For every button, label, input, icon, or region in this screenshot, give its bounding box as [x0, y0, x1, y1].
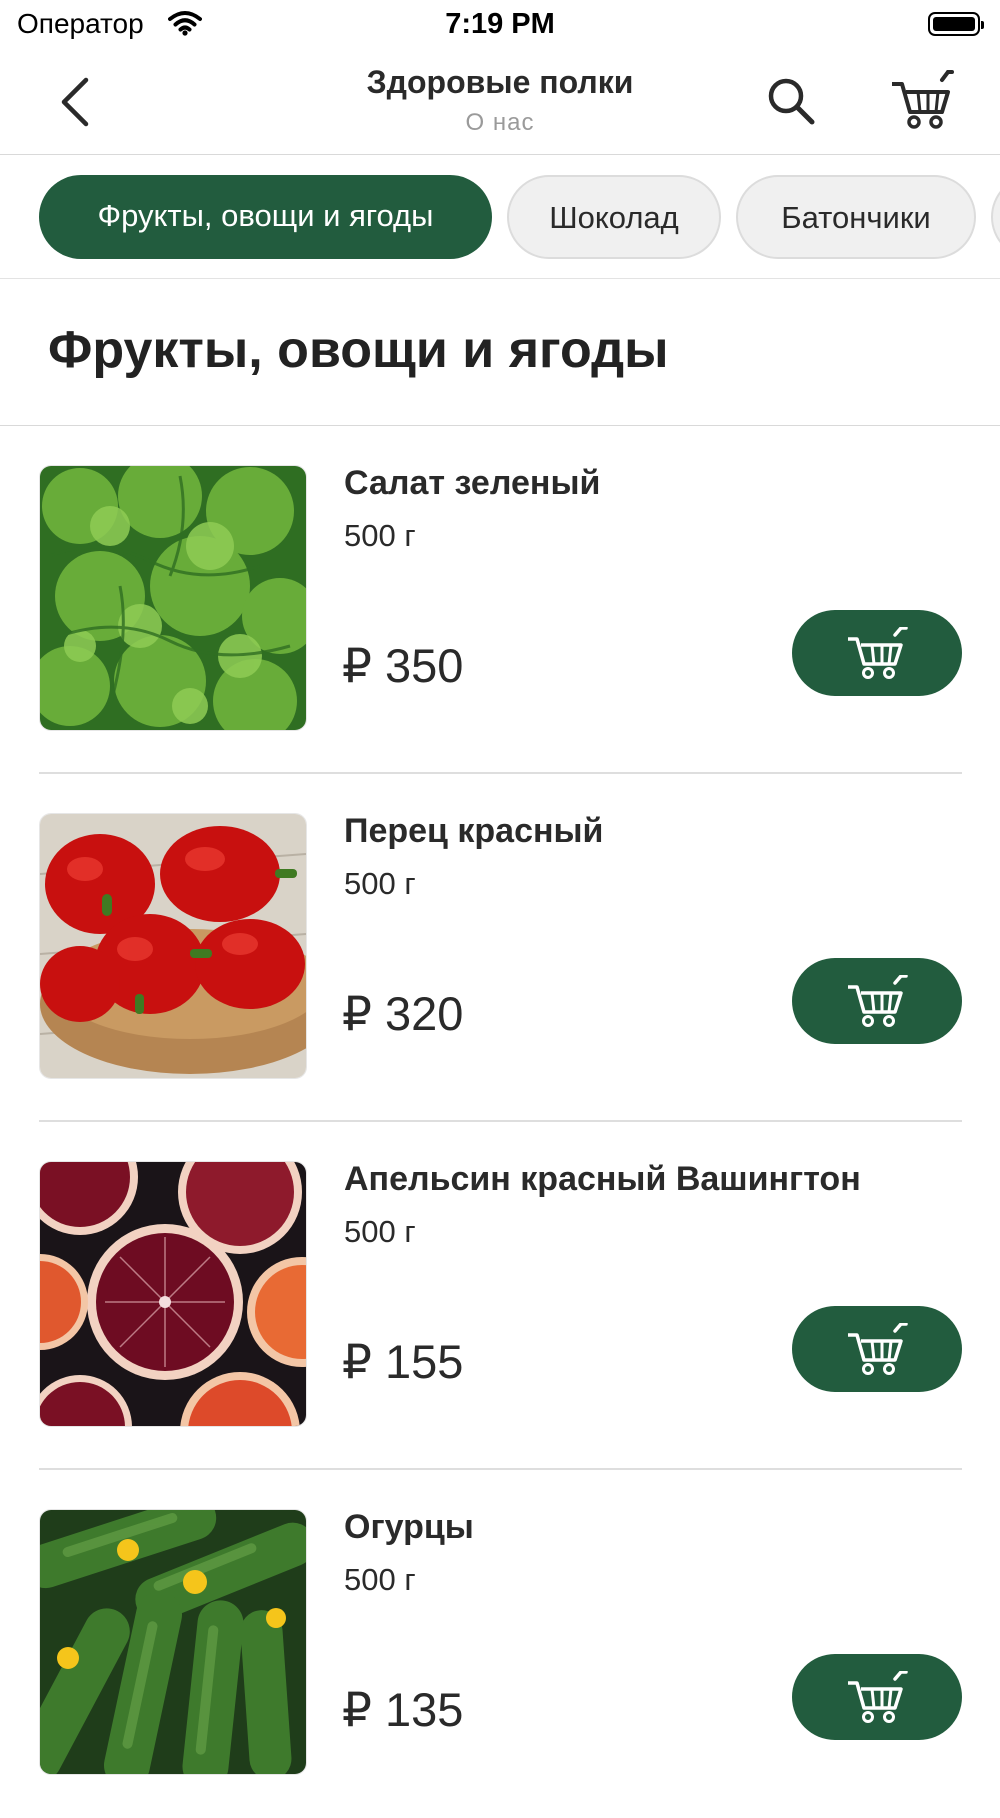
product-image-cucumbers[interactable]	[39, 1509, 307, 1775]
product-weight: 500 г	[344, 1214, 416, 1249]
product-price: ₽ 350	[342, 639, 464, 692]
cart-icon	[848, 975, 908, 1027]
page-title: Здоровые полки	[366, 64, 634, 100]
product-name: Апельсин красный Вашингтон	[344, 1160, 861, 1198]
category-chip-fruits-vegetables[interactable]: Фрукты, овощи и ягоды	[39, 175, 492, 259]
status-bar: Оператор 7:19 PM	[0, 0, 1000, 52]
cart-icon	[848, 1323, 908, 1375]
product-weight: 500 г	[344, 518, 416, 553]
section-title: Фрукты, овощи и ягоды	[48, 321, 669, 379]
product-image-red-peppers[interactable]	[39, 813, 307, 1079]
product-name: Перец красный	[344, 812, 604, 850]
navigation-bar: Здоровые полки О нас	[0, 52, 1000, 155]
category-chip-more[interactable]	[991, 175, 1000, 259]
product-price: ₽ 320	[342, 987, 464, 1040]
add-to-cart-button[interactable]	[792, 958, 962, 1044]
add-to-cart-button[interactable]	[792, 610, 962, 696]
category-chip-bars[interactable]: Батончики	[736, 175, 976, 259]
cart-icon[interactable]	[890, 70, 954, 130]
about-link[interactable]: О нас	[0, 109, 1000, 137]
product-card[interactable]: Огурцы 500 г ₽ 135	[0, 1470, 1000, 1818]
product-card[interactable]: Апельсин красный Вашингтон 500 г ₽ 155	[0, 1122, 1000, 1470]
product-name: Огурцы	[344, 1508, 474, 1546]
category-chip-chocolate[interactable]: Шоколад	[507, 175, 721, 259]
product-card[interactable]: Салат зеленый 500 г ₽ 350	[0, 426, 1000, 774]
product-price: ₽ 135	[342, 1683, 464, 1736]
product-weight: 500 г	[344, 866, 416, 901]
search-icon[interactable]	[764, 74, 820, 130]
add-to-cart-button[interactable]	[792, 1306, 962, 1392]
product-card[interactable]: Перец красный 500 г ₽ 320	[0, 774, 1000, 1122]
add-to-cart-button[interactable]	[792, 1654, 962, 1740]
cart-icon	[848, 627, 908, 679]
product-image-lettuce[interactable]	[39, 465, 307, 731]
status-time: 7:19 PM	[445, 8, 555, 40]
battery-icon	[928, 12, 984, 36]
product-image-blood-oranges[interactable]	[39, 1161, 307, 1427]
cart-icon	[848, 1671, 908, 1723]
product-price: ₽ 155	[342, 1335, 464, 1388]
product-weight: 500 г	[344, 1562, 416, 1597]
category-tabs: Фрукты, овощи и ягоды Шоколад Батончики	[0, 155, 1000, 279]
product-name: Салат зеленый	[344, 464, 601, 502]
